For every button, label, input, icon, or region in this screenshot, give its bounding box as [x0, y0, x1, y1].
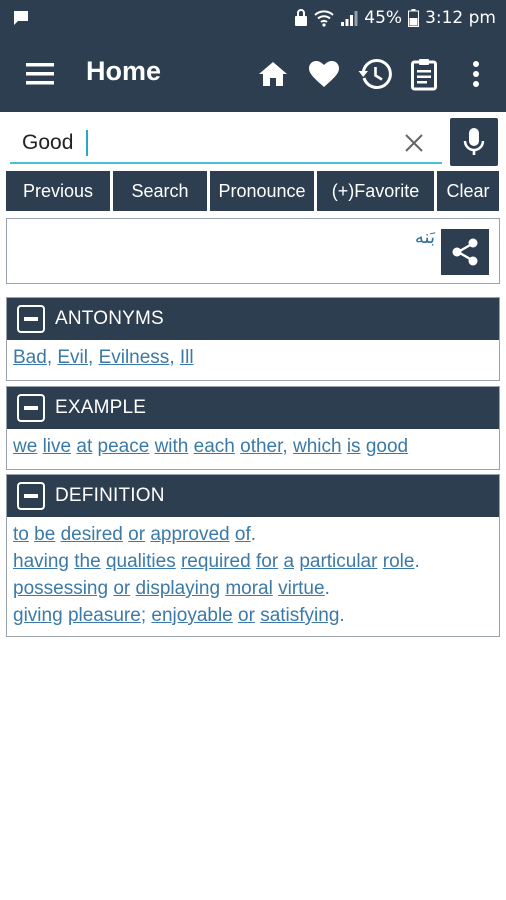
word-link[interactable]: a	[283, 551, 294, 572]
app-bar: Home	[0, 36, 506, 112]
definition-header[interactable]: DEFINITION	[7, 475, 499, 517]
word-link[interactable]: desired	[61, 524, 123, 545]
word-link[interactable]: at	[76, 436, 92, 457]
microphone-button[interactable]	[450, 118, 498, 166]
clipboard-icon[interactable]	[406, 56, 442, 92]
antonym-link[interactable]: Evilness	[99, 347, 170, 368]
antonym-link[interactable]: Ill	[180, 347, 194, 368]
antonym-link[interactable]: Evil	[57, 347, 88, 368]
word-link[interactable]: required	[181, 551, 251, 572]
word-link[interactable]: enjoyable	[151, 605, 232, 626]
example-title: EXAMPLE	[55, 397, 147, 418]
pronounce-button[interactable]: Pronounce	[210, 171, 314, 211]
word-link[interactable]: for	[256, 551, 278, 572]
word-link[interactable]: which	[293, 436, 342, 457]
example-section: EXAMPLE we live at peace with each other…	[6, 386, 500, 470]
lock-notification-icon	[295, 9, 308, 26]
word-link[interactable]: possessing	[13, 578, 108, 599]
antonyms-list: Bad, Evil, Evilness, Ill	[13, 347, 194, 368]
battery-icon	[408, 9, 420, 27]
wifi-icon	[314, 10, 334, 27]
antonyms-title: ANTONYMS	[55, 308, 164, 329]
status-bar: 45% 3:12 pm	[0, 0, 506, 36]
close-icon[interactable]	[403, 132, 425, 154]
word-link[interactable]: or	[238, 605, 255, 626]
word-link[interactable]: with	[155, 436, 189, 457]
favorite-button[interactable]: (+)Favorite	[317, 171, 434, 211]
word-link[interactable]: we	[13, 436, 37, 457]
word-link[interactable]: other	[240, 436, 282, 457]
word-link[interactable]: is	[347, 436, 361, 457]
word-link[interactable]: of	[235, 524, 251, 545]
collapse-icon	[17, 394, 45, 422]
clear-button[interactable]: Clear	[437, 171, 499, 211]
translation-box: بَنه	[6, 218, 500, 284]
previous-button[interactable]: Previous	[6, 171, 110, 211]
home-icon[interactable]	[255, 56, 291, 92]
word-link[interactable]: giving	[13, 605, 63, 626]
word-link[interactable]: qualities	[106, 551, 176, 572]
word-link[interactable]: displaying	[136, 578, 221, 599]
word-link[interactable]: be	[34, 524, 55, 545]
heart-icon[interactable]	[306, 56, 342, 92]
definition-section: DEFINITION to be desired or approved of.…	[6, 474, 500, 637]
word-link[interactable]: particular	[299, 551, 377, 572]
antonyms-section: ANTONYMS Bad, Evil, Evilness, Ill	[6, 297, 500, 381]
word-link[interactable]: each	[194, 436, 235, 457]
collapse-icon	[17, 305, 45, 333]
antonym-link[interactable]: Bad	[13, 347, 47, 368]
word-link[interactable]: the	[74, 551, 100, 572]
definition-line: possessing or displaying moral virtue.	[13, 578, 330, 599]
microphone-icon	[463, 128, 485, 155]
word-link[interactable]: approved	[150, 524, 229, 545]
text-cursor	[86, 130, 88, 156]
search-button[interactable]: Search	[113, 171, 207, 211]
word-link[interactable]: to	[13, 524, 29, 545]
action-button-row: Previous Search Pronounce (+)Favorite Cl…	[6, 171, 499, 211]
search-input[interactable]	[22, 128, 382, 158]
translation-text: بَنه	[414, 227, 435, 248]
definition-line: to be desired or approved of.	[13, 524, 257, 545]
definition-list: to be desired or approved of. having the…	[7, 517, 499, 632]
word-link[interactable]: or	[113, 578, 130, 599]
word-link[interactable]: having	[13, 551, 69, 572]
page-title: Home	[86, 56, 162, 86]
share-button[interactable]	[441, 229, 489, 275]
more-vert-icon[interactable]	[458, 56, 494, 92]
definition-line: having the qualities required for a part…	[13, 551, 420, 572]
collapse-icon	[17, 482, 45, 510]
status-right: 45% 3:12 pm	[294, 6, 496, 30]
definition-line: giving pleasure; enjoyable or satisfying…	[13, 605, 345, 626]
example-header[interactable]: EXAMPLE	[7, 387, 499, 429]
word-link[interactable]: moral	[225, 578, 273, 599]
word-link[interactable]: or	[128, 524, 145, 545]
clock: 3:12 pm	[425, 8, 496, 28]
example-text: we live at peace with each other, which …	[13, 436, 409, 457]
menu-icon[interactable]	[22, 58, 58, 90]
battery-percent: 45%	[364, 8, 403, 28]
word-link[interactable]: pleasure	[68, 605, 141, 626]
share-icon	[452, 238, 478, 266]
word-link[interactable]: good	[366, 436, 408, 457]
definition-title: DEFINITION	[55, 485, 165, 506]
word-link[interactable]: live	[43, 436, 72, 457]
word-link[interactable]: peace	[98, 436, 150, 457]
word-link[interactable]: role	[383, 551, 415, 572]
message-icon	[14, 11, 28, 25]
signal-icon	[341, 11, 358, 26]
history-icon[interactable]	[357, 56, 393, 92]
antonyms-header[interactable]: ANTONYMS	[7, 298, 499, 340]
word-link[interactable]: virtue	[278, 578, 324, 599]
search-bar	[10, 122, 442, 164]
word-link[interactable]: satisfying	[260, 605, 339, 626]
